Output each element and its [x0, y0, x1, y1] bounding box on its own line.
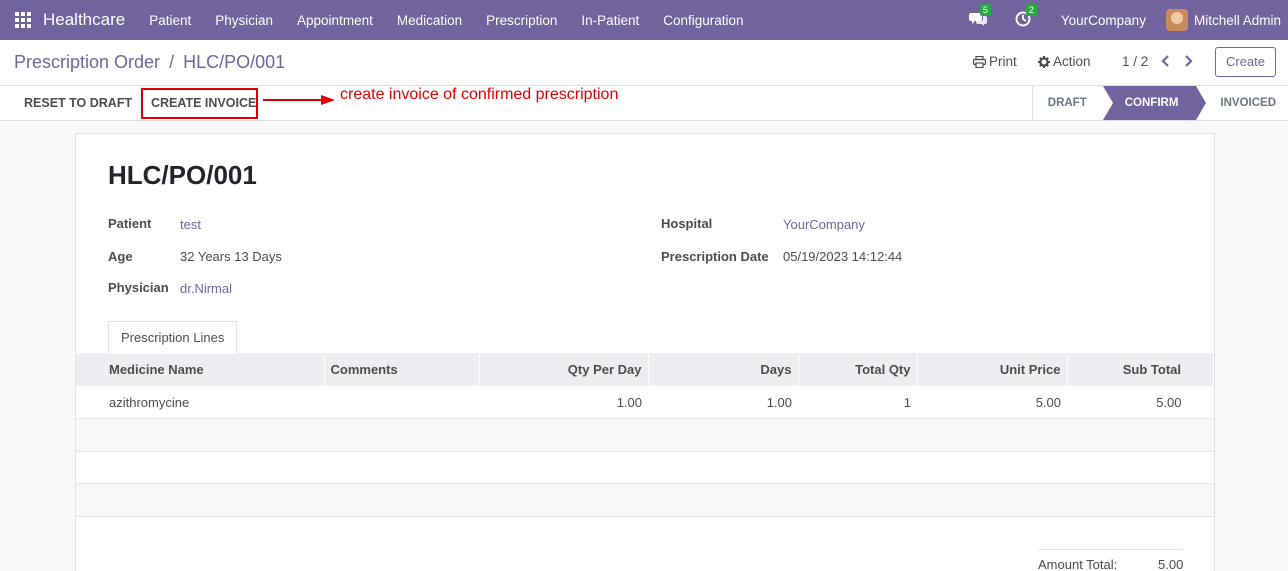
age-field: 32 Years 13 Days: [180, 249, 282, 264]
annotation-arrow-icon: [263, 95, 335, 105]
tab-prescription-lines[interactable]: Prescription Lines: [108, 321, 238, 354]
breadcrumb: Prescription Order / HLC/PO/001: [14, 52, 285, 73]
status-bar: RESET TO DRAFT CREATE INVOICE create inv…: [0, 86, 1288, 121]
menu-prescription[interactable]: Prescription: [474, 13, 569, 28]
menu-physician[interactable]: Physician: [203, 13, 285, 28]
reset-to-draft-button[interactable]: RESET TO DRAFT: [24, 86, 132, 120]
control-panel: Prescription Order / HLC/PO/001 Print Ac…: [0, 40, 1288, 86]
table-row[interactable]: azithromycine 1.00 1.00 1 5.00 5.00: [76, 386, 1214, 419]
empty-row: [76, 483, 1214, 517]
amount-total-label: Amount Total:: [1038, 557, 1118, 571]
hospital-field[interactable]: YourCompany: [783, 217, 865, 232]
breadcrumb-parent[interactable]: Prescription Order: [14, 52, 160, 72]
col-qty-per-day[interactable]: Qty Per Day: [479, 353, 649, 386]
cell-total-qty: 1: [798, 386, 917, 419]
cell-unit-price: 5.00: [917, 386, 1067, 419]
col-medicine-name[interactable]: Medicine Name: [76, 353, 325, 386]
physician-label: Physician: [108, 280, 169, 295]
menu-configuration[interactable]: Configuration: [651, 13, 755, 28]
physician-field[interactable]: dr.Nirmal: [180, 281, 232, 296]
cell-days: 1.00: [648, 386, 798, 419]
action-label: Action: [1053, 54, 1091, 69]
menu-patient[interactable]: Patient: [137, 13, 203, 28]
breadcrumb-current: HLC/PO/001: [183, 52, 286, 72]
patient-label: Patient: [108, 216, 152, 231]
status-stages: DRAFT CONFIRM INVOICED: [1031, 86, 1288, 120]
empty-row: [76, 451, 1214, 484]
menu-medication[interactable]: Medication: [385, 13, 474, 28]
menu-appointment[interactable]: Appointment: [285, 13, 385, 28]
empty-row: [76, 418, 1214, 452]
col-comments[interactable]: Comments: [324, 353, 480, 386]
col-total-qty[interactable]: Total Qty: [798, 353, 918, 386]
patient-field[interactable]: test: [180, 217, 201, 232]
cell-sub-total: 5.00: [1067, 386, 1214, 419]
table-header-row: Medicine Name Comments Qty Per Day Days …: [76, 353, 1214, 386]
pager-previous-icon[interactable]: [1160, 54, 1174, 68]
pager-value[interactable]: 1 / 2: [1122, 54, 1148, 69]
pager-next-icon[interactable]: [1182, 54, 1196, 68]
table-bottom-divider: [76, 516, 1214, 517]
menu-in-patient[interactable]: In-Patient: [569, 13, 651, 28]
activities-badge: 2: [1025, 4, 1037, 16]
prescription-date-field: 05/19/2023 14:12:44: [783, 249, 903, 264]
col-days[interactable]: Days: [648, 353, 799, 386]
prescription-date-label: Prescription Date: [661, 249, 769, 264]
print-button[interactable]: Print: [973, 54, 1017, 69]
print-label: Print: [989, 54, 1017, 69]
activities-clock-icon[interactable]: 2: [1015, 4, 1037, 29]
prescription-lines-table: Medicine Name Comments Qty Per Day Days …: [76, 353, 1214, 517]
hospital-label: Hospital: [661, 216, 713, 231]
stage-invoiced[interactable]: INVOICED: [1196, 86, 1288, 120]
stage-confirm[interactable]: CONFIRM: [1102, 86, 1207, 120]
cell-qty-per-day: 1.00: [479, 386, 648, 419]
top-navbar: Healthcare Patient Physician Appointment…: [0, 0, 1288, 40]
col-unit-price[interactable]: Unit Price: [917, 353, 1068, 386]
record-title: HLC/PO/001: [108, 160, 257, 190]
user-avatar[interactable]: [1165, 9, 1188, 31]
annotation-text: create invoice of confirmed prescription: [340, 86, 619, 103]
amount-total-value: 5.00: [1158, 557, 1184, 571]
total-divider: [1038, 549, 1183, 550]
age-label: Age: [108, 249, 133, 264]
cell-comments: [324, 386, 479, 419]
create-button[interactable]: Create: [1215, 47, 1276, 77]
cell-medicine-name: azithromycine: [76, 386, 324, 419]
col-sub-total[interactable]: Sub Total: [1067, 353, 1214, 386]
messages-icon[interactable]: 5: [968, 4, 991, 29]
company-switcher[interactable]: YourCompany: [1061, 13, 1146, 28]
messages-badge: 5: [979, 4, 991, 16]
stage-draft[interactable]: DRAFT: [1031, 86, 1103, 120]
user-menu[interactable]: Mitchell Admin: [1194, 13, 1281, 28]
gear-icon: [1038, 55, 1050, 68]
print-icon: [973, 55, 986, 68]
apps-menu-icon[interactable]: [15, 12, 31, 28]
action-button[interactable]: Action: [1038, 54, 1091, 69]
form-sheet: HLC/PO/001 Patient test Age 32 Years 13 …: [75, 133, 1215, 571]
breadcrumb-separator: /: [169, 52, 175, 72]
app-brand[interactable]: Healthcare: [43, 10, 125, 30]
annotation-highlight-box: [141, 88, 258, 119]
